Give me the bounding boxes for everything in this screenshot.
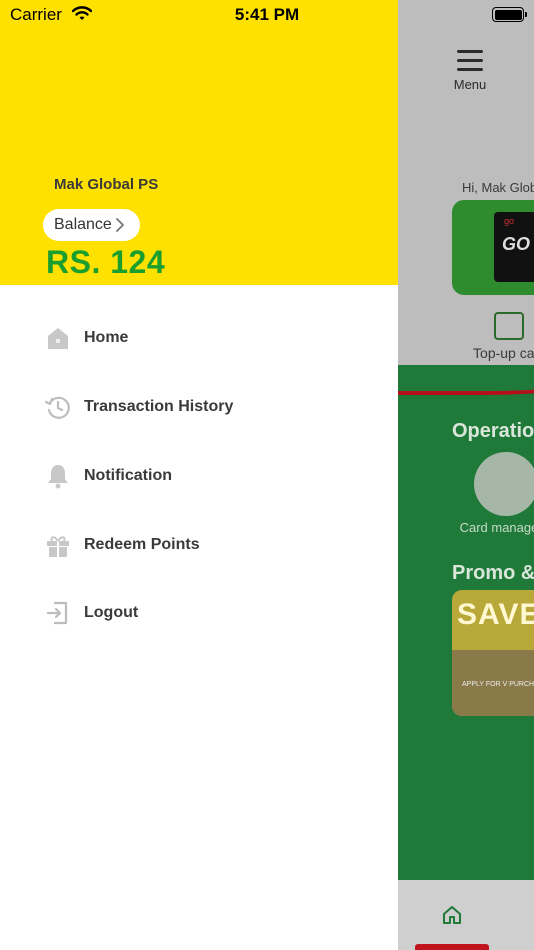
promo-banner[interactable]: SAVE APPLY FOR V PURCHASE PETR [452,590,534,716]
tab-home-icon[interactable] [442,905,462,925]
drawer-item-notification[interactable]: Notification [0,448,398,504]
home-icon [48,328,68,349]
promo-banner-text: SAVE [457,598,534,631]
drawer-item-logout[interactable]: Logout [0,585,398,641]
drawer-item-redeem-points[interactable]: Redeem Points [0,517,398,573]
drawer-item-home[interactable]: Home [0,310,398,366]
tab-indicator [415,944,489,950]
operations-title: Operatio [452,420,534,442]
card-management-icon[interactable] [474,452,534,516]
fuel-card-banner[interactable]: go GO [452,200,534,295]
chevron-right-icon [115,218,124,232]
card-tag: go [504,216,515,226]
history-icon [44,396,70,419]
logout-icon [46,601,68,625]
drawer-item-transaction-history[interactable]: Transaction History [0,379,398,435]
drawer-header: Mak Global PS Balance RS. 124 [0,0,398,285]
balance-button[interactable]: Balance [43,209,140,241]
drawer-item-label: Notification [84,467,172,484]
promo-title: Promo & [452,562,534,584]
drawer-item-label: Home [84,329,129,346]
drawer-item-label: Redeem Points [84,536,200,553]
balance-amount: RS. 124 [46,244,166,280]
balance-label: Balance [54,216,112,233]
status-time: 5:41 PM [234,5,300,24]
card-management-label[interactable]: Card manageme [458,519,534,536]
greeting-text: Hi, Mak Glob [462,180,534,195]
status-bar: Carrier 5:41 PM [0,0,534,30]
menu-label: Menu [453,77,487,92]
side-drawer: Mak Global PS Balance RS. 124 Home Trans… [0,0,398,950]
hamburger-icon [457,50,483,71]
battery-icon [492,7,527,22]
card-brand: GO [502,234,531,254]
menu-button[interactable]: Menu [440,46,500,92]
bell-icon [48,465,68,489]
drawer-item-label: Transaction History [84,398,234,415]
user-name: Mak Global PS [54,176,159,193]
drawer-item-label: Logout [84,604,139,621]
bottom-tab-bar [398,880,534,950]
wallet-icon[interactable] [494,312,524,340]
red-curve-divider [398,355,534,395]
gift-icon [47,536,69,557]
promo-banner-small-text: APPLY FOR V PURCHASE PETR [462,681,534,688]
